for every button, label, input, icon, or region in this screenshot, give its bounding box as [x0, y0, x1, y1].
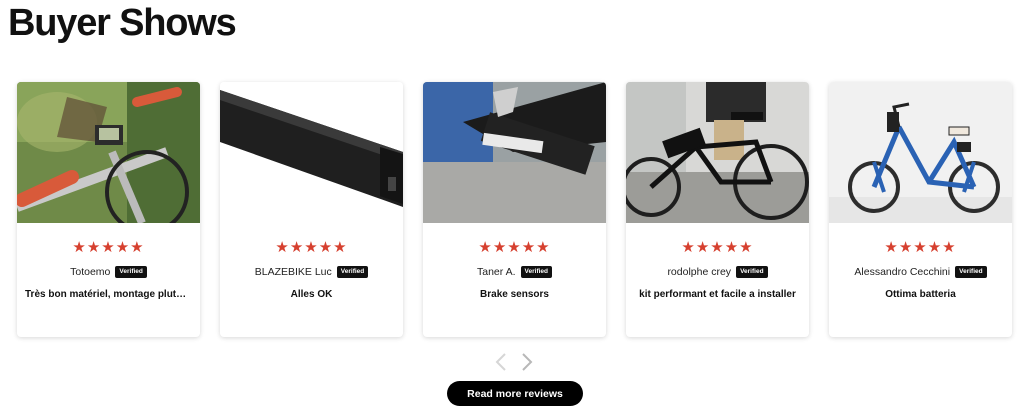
star-rating: ★★★★★ [275, 239, 348, 256]
review-card[interactable]: ★★★★★ Alessandro Cecchini Verified Ottim… [829, 82, 1012, 337]
review-photo-battery[interactable] [220, 82, 403, 223]
review-text[interactable]: Ottima batteria [837, 289, 1004, 300]
carousel-pager [494, 352, 534, 372]
review-text[interactable]: kit performant et facile a installer [634, 289, 801, 300]
star-rating: ★★★★★ [884, 239, 957, 256]
review-text[interactable]: Très bon matériel, montage plutôt simple [25, 289, 192, 300]
star-rating: ★★★★★ [681, 239, 754, 256]
star-rating: ★★★★★ [478, 239, 551, 256]
verified-badge: Verified [336, 266, 369, 278]
verified-badge: Verified [520, 266, 552, 278]
review-carousel: ★★★★★ Totoemo Verified Très bon matériel… [17, 82, 1012, 337]
chevron-right-icon[interactable] [520, 352, 534, 372]
review-card[interactable]: ★★★★★ Taner A. Verified Brake sensors [423, 82, 606, 337]
review-card[interactable]: ★★★★★ rodolphe crey Verified kit perform… [626, 82, 809, 337]
reviewer-name: Taner A. [476, 266, 516, 278]
reviewer-name: rodolphe crey [667, 266, 732, 278]
reviewer-name: Totoemo [70, 266, 111, 278]
verified-badge: Verified [955, 266, 987, 278]
review-text[interactable]: Alles OK [228, 289, 395, 300]
review-photo-blue-bike[interactable] [829, 82, 1012, 223]
read-more-reviews-button[interactable]: Read more reviews [447, 381, 583, 406]
reviewer-name: Alessandro Cecchini [854, 266, 951, 278]
verified-badge: Verified [115, 266, 147, 278]
review-photo-handlebar[interactable] [17, 82, 200, 223]
verified-badge: Verified [736, 266, 768, 278]
page-title: Buyer Shows [8, 2, 237, 44]
reviewer-name: BLAZEBIKE Luc [254, 266, 332, 278]
chevron-left-icon[interactable] [494, 352, 508, 372]
review-card[interactable]: ★★★★★ BLAZEBIKE Luc Verified Alles OK [220, 82, 403, 337]
review-photo-ebike-rider[interactable] [626, 82, 809, 223]
review-text[interactable]: Brake sensors [431, 289, 598, 300]
review-card[interactable]: ★★★★★ Totoemo Verified Très bon matériel… [17, 82, 200, 337]
star-rating: ★★★★★ [72, 239, 145, 256]
review-photo-brake-sensor[interactable] [423, 82, 606, 223]
